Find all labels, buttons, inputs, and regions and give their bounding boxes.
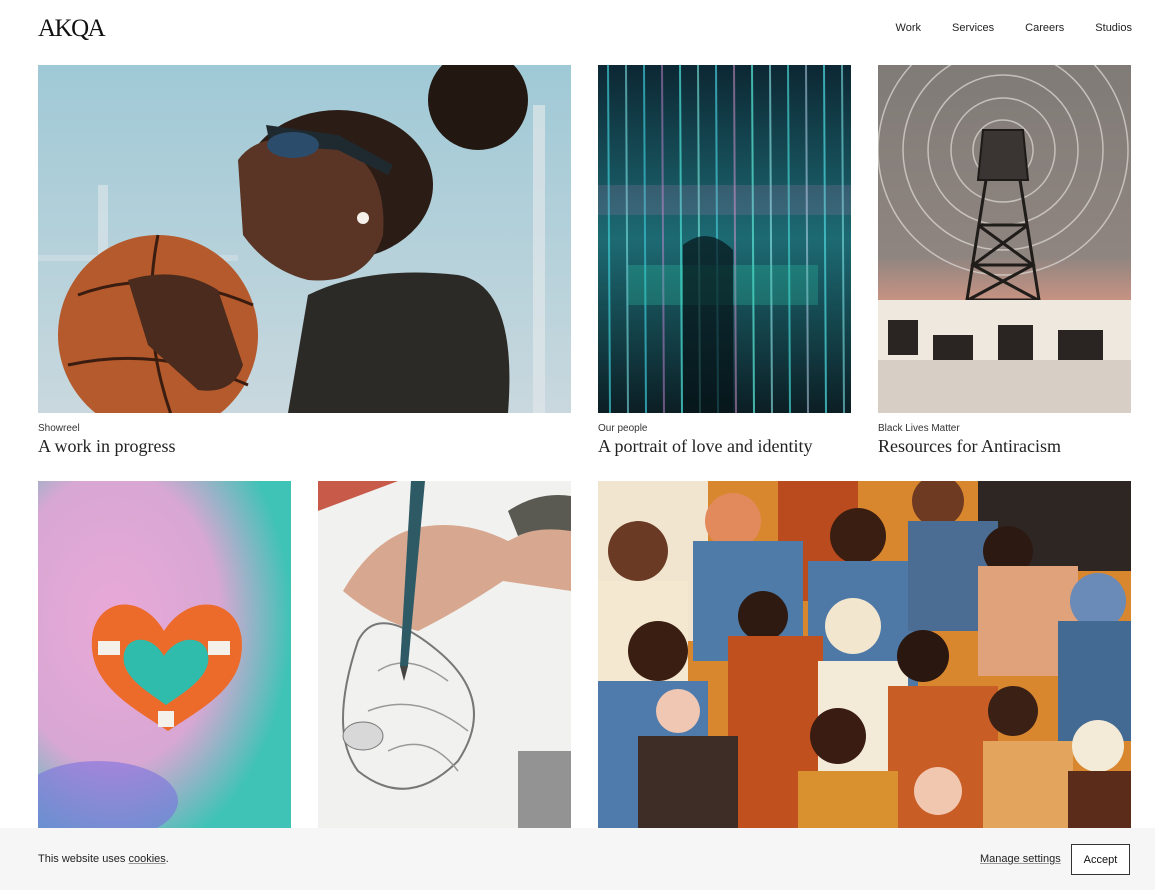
card-title[interactable]: A work in progress [38, 435, 176, 457]
nav-services[interactable]: Services [952, 21, 994, 35]
card-image-crowd[interactable] [598, 481, 1131, 828]
nav-careers[interactable]: Careers [1025, 21, 1064, 35]
card-image-our-people[interactable] [598, 65, 851, 413]
card-eyebrow: Black Lives Matter [878, 423, 960, 434]
cookie-banner: This website uses cookies. Manage settin… [0, 828, 1155, 890]
akqa-logo[interactable]: AKQA [38, 14, 106, 44]
card-image-sketching[interactable] [318, 481, 571, 828]
card-image-showreel[interactable] [38, 65, 571, 413]
nav-studios[interactable]: Studios [1095, 21, 1132, 35]
cookie-text-prefix: This website uses [38, 853, 126, 865]
card-image-lifebuoy-heart[interactable] [38, 481, 291, 828]
manage-settings-link[interactable]: Manage settings [980, 853, 1061, 865]
card-title[interactable]: Resources for Antiracism [878, 435, 1061, 457]
cookies-link[interactable]: cookies [129, 853, 166, 865]
cookie-text-suffix: . [165, 853, 169, 865]
main-nav: Work Services Careers Studios [896, 21, 1132, 35]
card-title[interactable]: A portrait of love and identity [598, 435, 812, 457]
card-image-black-lives-matter[interactable] [878, 65, 1131, 413]
card-eyebrow: Our people [598, 423, 648, 434]
nav-work[interactable]: Work [896, 21, 921, 35]
card-eyebrow: Showreel [38, 423, 80, 434]
accept-button[interactable]: Accept [1071, 844, 1130, 875]
cookie-message: This website uses cookies. [38, 853, 169, 865]
